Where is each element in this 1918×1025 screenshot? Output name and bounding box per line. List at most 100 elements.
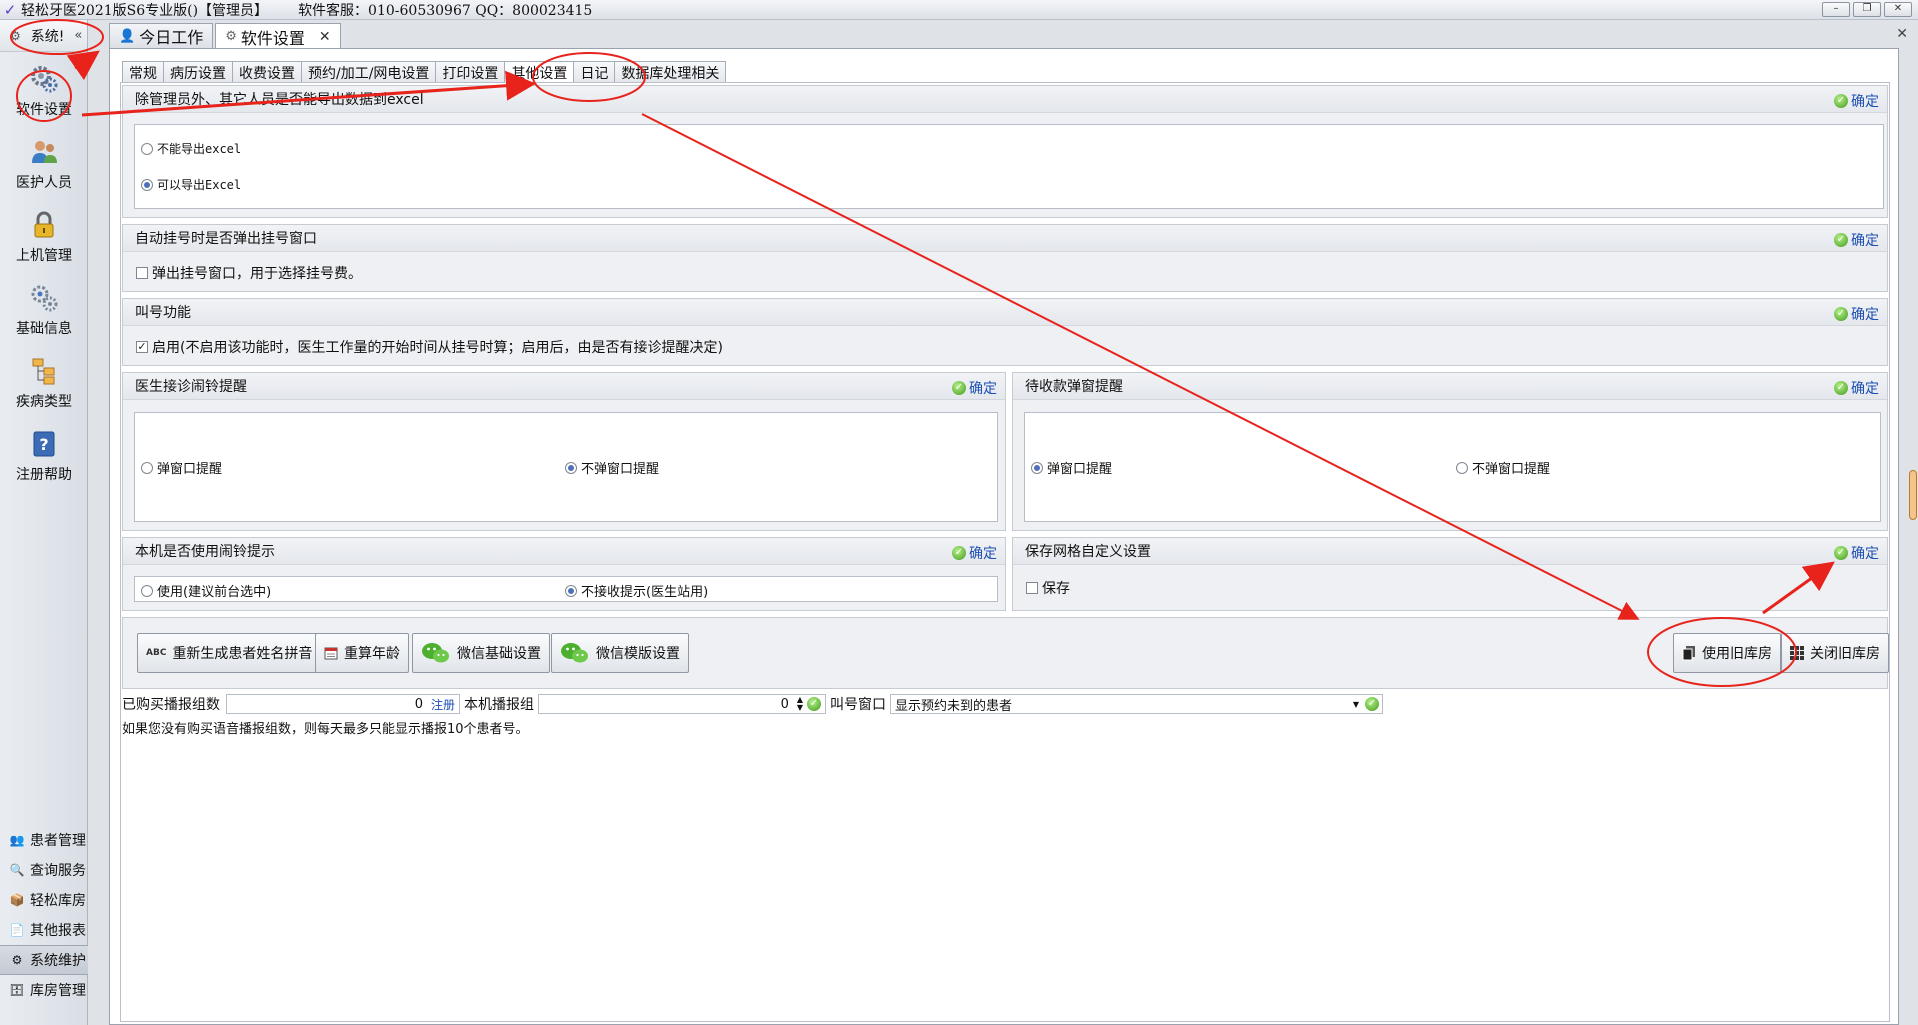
call-window-select[interactable]: 显示预约未到的患者 ▼ ✓ — [890, 694, 1383, 714]
tab-database[interactable]: 数据库处理相关 — [614, 61, 727, 83]
sidebar-item-software-settings[interactable]: 软件设置 — [0, 52, 88, 125]
regen-pinyin-button[interactable]: ABC 重新生成患者姓名拼音 — [137, 633, 322, 673]
confirm-label: 确定 — [1851, 233, 1879, 249]
doctor-alarm-no-popup[interactable]: 不弹窗口提醒 — [565, 458, 659, 477]
export-option-yes[interactable]: 可以导出Excel — [141, 176, 241, 193]
minimize-button[interactable]: – — [1822, 2, 1850, 17]
group-header: 本机是否使用闹铃提示 ✓ 确定 — [123, 538, 1005, 565]
tab-billing-settings[interactable]: 收费设置 — [232, 61, 302, 83]
recalc-age-button[interactable]: 重算年龄 — [315, 633, 409, 673]
chevron-down-icon[interactable]: ▼ — [1353, 700, 1359, 709]
group-title: 待收款弹窗提醒 — [1025, 379, 1123, 395]
export-option-no[interactable]: 不能导出excel — [141, 140, 241, 157]
svg-text:?: ? — [39, 435, 48, 454]
restore-button[interactable]: ❐ — [1853, 2, 1881, 17]
storeroom-icon: 🗄 — [9, 983, 25, 997]
tab-label: 今日工作 — [139, 28, 204, 47]
enable-call-checkbox[interactable]: ✓ 启用(不启用该功能时，医生工作量的开始时间从挂号时算；启用后，由是否有接诊提醒… — [136, 337, 723, 357]
radio-label: 弹窗口提醒 — [1047, 462, 1113, 477]
wechat-basic-settings-button[interactable]: 微信基础设置 — [412, 633, 550, 673]
use-old-storeroom-button[interactable]: 使用旧库房 — [1673, 633, 1781, 673]
select-value: 显示预约未到的患者 — [895, 698, 1013, 714]
collapse-icon[interactable]: « — [74, 28, 82, 43]
confirm-button[interactable]: ✓ 确定 — [952, 543, 997, 563]
local-alarm-no-receive[interactable]: 不接收提示(医生站用) — [565, 581, 708, 600]
grid-icon — [1790, 646, 1804, 660]
register-link[interactable]: 注册 — [431, 696, 455, 713]
confirm-button[interactable]: ✓ 确定 — [1834, 91, 1879, 111]
sidebar-item-basic-info[interactable]: 基础信息 — [0, 271, 88, 344]
group-header: 叫号功能 ✓ 确定 — [123, 299, 1887, 326]
field-label: 已购买播报组数 — [122, 697, 220, 713]
radio-icon — [1031, 461, 1043, 474]
confirm-button[interactable]: ✓ 确定 — [1834, 378, 1879, 398]
document-tabs: 👤 今日工作 ⚙ 软件设置 ✕ — [109, 23, 343, 49]
tab-today-work[interactable]: 👤 今日工作 — [109, 23, 214, 48]
close-window-button[interactable]: ✕ — [1884, 2, 1912, 17]
spin-icon[interactable]: ▲ ▼ — [797, 696, 803, 712]
bought-broadcast-field: 0 注册 — [226, 694, 460, 714]
checkbox-label: 保存 — [1042, 581, 1070, 597]
sidebar-item-label: 系统维护 — [30, 953, 86, 969]
tab-medical-record-settings[interactable]: 病历设置 — [163, 61, 233, 83]
tab-log[interactable]: 日记 — [573, 61, 616, 83]
export-group: 除管理员外、其它人员是否能导出数据到excel ✓ 确定 不能导出excel 可以… — [122, 85, 1888, 218]
sidebar-item-label: 库房管理 — [30, 983, 86, 999]
close-old-storeroom-button[interactable]: 关闭旧库房 — [1781, 633, 1889, 673]
confirm-label: 确定 — [969, 546, 997, 562]
tab-appointment-settings[interactable]: 预约/加工/网电设置 — [301, 61, 437, 83]
sidebar-item-disease-types[interactable]: 疾病类型 — [0, 344, 88, 417]
check-icon: ✓ — [1834, 233, 1848, 247]
button-label: 关闭旧库房 — [1810, 646, 1880, 662]
calendar-icon — [324, 646, 338, 660]
wechat-icon — [560, 641, 590, 665]
checkbox-label: 启用(不启用该功能时，医生工作量的开始时间从挂号时算；启用后，由是否有接诊提醒决… — [152, 340, 723, 356]
tab-print-settings[interactable]: 打印设置 — [435, 61, 506, 83]
check-icon[interactable]: ✓ — [807, 697, 821, 711]
close-icon[interactable]: ✕ — [319, 29, 331, 45]
check-icon: ✓ — [1834, 307, 1848, 321]
sidebar-header[interactable]: ⚙ 系统! « — [0, 20, 87, 52]
report-icon: 📄 — [9, 923, 25, 937]
sidebar-item-register-help[interactable]: ? 注册帮助 — [0, 417, 88, 490]
popup-register-checkbox[interactable]: 弹出挂号窗口，用于选择挂号费。 — [136, 263, 362, 283]
confirm-button[interactable]: ✓ 确定 — [952, 378, 997, 398]
check-icon[interactable]: ✓ — [1365, 697, 1379, 711]
local-broadcast-stepper[interactable]: 0 ▲ ▼ ✓ — [538, 694, 826, 714]
sidebar-item-storeroom-management[interactable]: 🗄 库房管理 — [0, 975, 88, 1005]
sidebar-item-query-service[interactable]: 🔍 查询服务 — [0, 855, 88, 885]
sidebar-item-label: 注册帮助 — [16, 467, 72, 483]
doctor-alarm-popup[interactable]: 弹窗口提醒 — [141, 458, 222, 477]
button-label: 微信模版设置 — [596, 646, 680, 662]
sidebar-item-other-reports[interactable]: 📄 其他报表 — [0, 915, 88, 945]
payment-popup-no[interactable]: 不弹窗口提醒 — [1456, 458, 1550, 477]
sidebar-item-system-maintenance[interactable]: ⚙ 系统维护 — [0, 945, 88, 975]
tab-general[interactable]: 常规 — [122, 61, 164, 83]
check-icon: ✓ — [952, 546, 966, 560]
tab-software-settings[interactable]: ⚙ 软件设置 ✕ — [215, 23, 341, 49]
abc-icon: ABC — [146, 648, 167, 658]
users-icon — [28, 136, 60, 168]
payment-popup-yes[interactable]: 弹窗口提醒 — [1031, 458, 1112, 477]
local-alarm-use[interactable]: 使用(建议前台选中) — [141, 581, 271, 600]
sidebar-item-patient-management[interactable]: 👥 患者管理 — [0, 825, 88, 855]
confirm-button[interactable]: ✓ 确定 — [1834, 543, 1879, 563]
sidebar-item-medical-staff[interactable]: 医护人员 — [0, 125, 88, 198]
payment-popup-group: 待收款弹窗提醒 ✓ 确定 弹窗口提醒 不弹窗口提醒 — [1012, 372, 1888, 531]
copy-icon — [1682, 645, 1696, 661]
doctor-alarm-group: 医生接诊闹铃提醒 ✓ 确定 弹窗口提醒 不弹窗口提醒 — [122, 372, 1006, 531]
button-label: 重算年龄 — [344, 646, 400, 662]
group-title: 医生接诊闹铃提醒 — [135, 379, 247, 395]
local-broadcast-label: 本机播报组 — [464, 693, 534, 715]
save-grid-checkbox[interactable]: 保存 — [1026, 578, 1070, 598]
close-icon[interactable]: ✕ — [1896, 26, 1908, 42]
radio-icon — [565, 584, 577, 597]
tab-other-settings[interactable]: 其他设置 — [504, 61, 575, 83]
confirm-button[interactable]: ✓ 确定 — [1834, 230, 1879, 250]
scrollbar-thumb[interactable] — [1909, 470, 1917, 520]
radio-label: 可以导出Excel — [157, 178, 242, 192]
confirm-button[interactable]: ✓ 确定 — [1834, 304, 1879, 324]
wechat-template-settings-button[interactable]: 微信模版设置 — [551, 633, 689, 673]
sidebar-item-easy-storeroom[interactable]: 📦 轻松库房 — [0, 885, 88, 915]
sidebar-item-login-management[interactable]: 上机管理 — [0, 198, 88, 271]
